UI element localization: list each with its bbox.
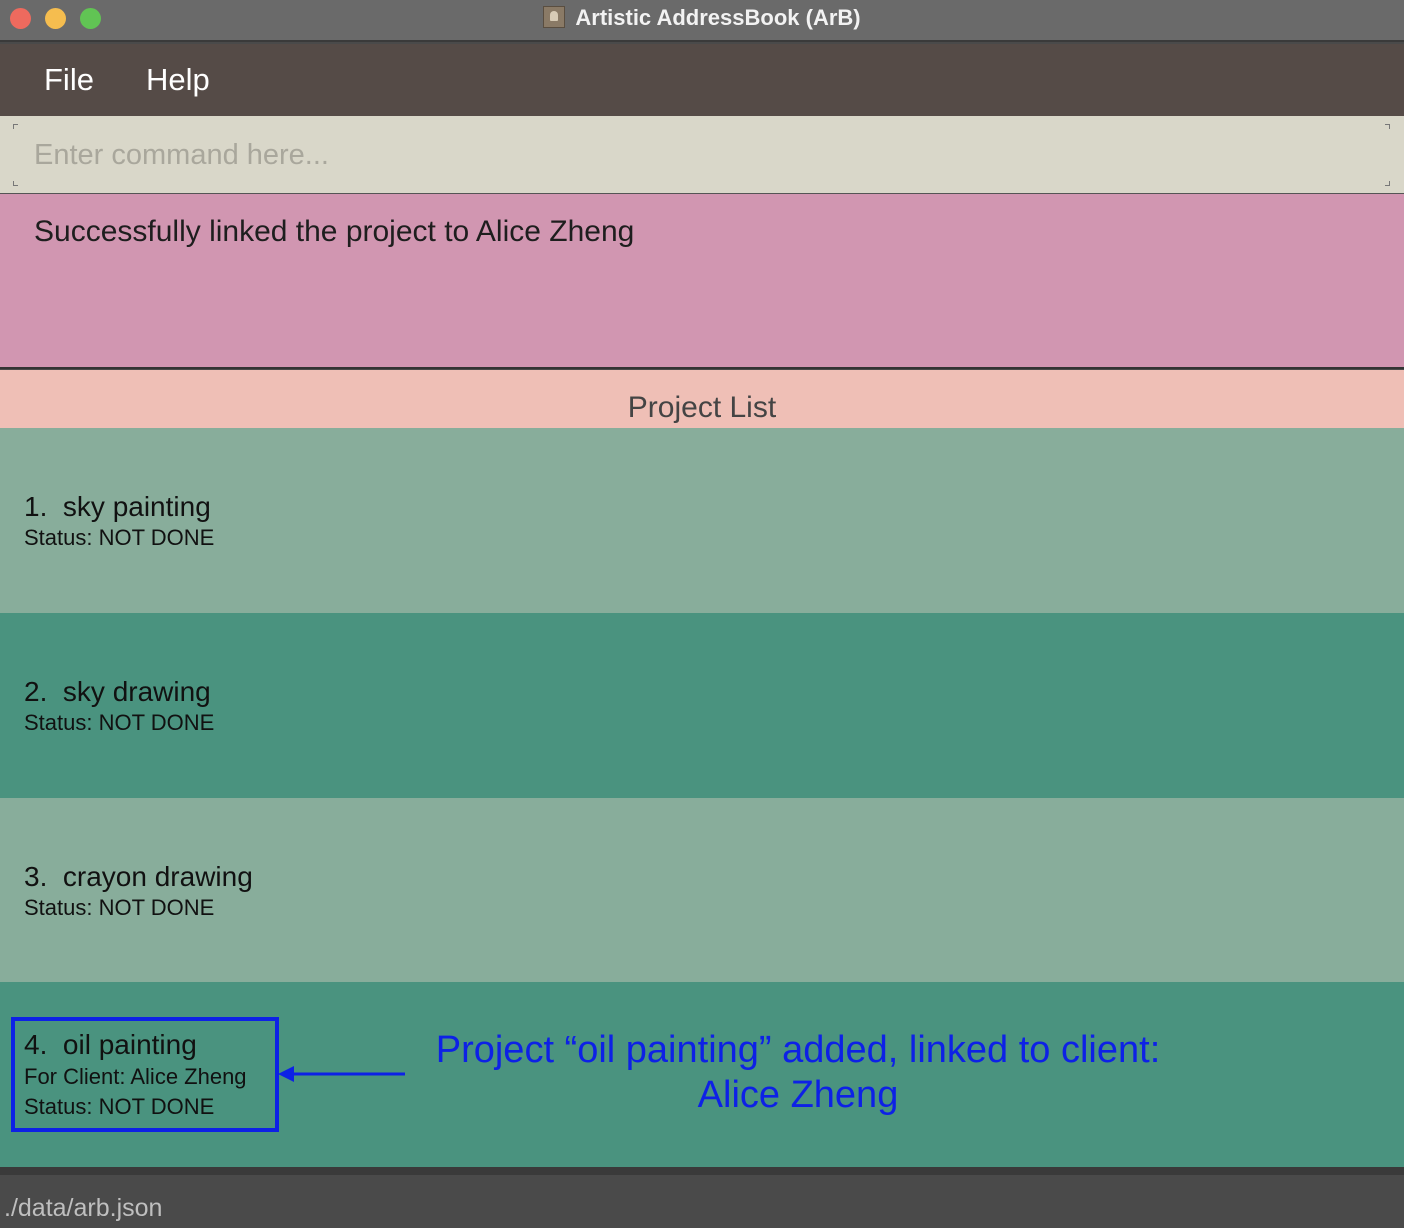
project-title: 2. sky drawing bbox=[24, 676, 211, 707]
project-card[interactable]: 2. sky drawing Status: NOT DONE bbox=[0, 613, 1404, 798]
project-title: 3. crayon drawing bbox=[24, 861, 253, 892]
command-box-corner bbox=[13, 124, 18, 129]
command-box-corner bbox=[13, 181, 18, 186]
menu-file[interactable]: File bbox=[44, 62, 94, 98]
project-title: 1. sky painting bbox=[24, 491, 211, 522]
app-icon bbox=[543, 6, 566, 28]
project-status: Status: NOT DONE bbox=[24, 525, 215, 550]
annotation-highlight-box bbox=[11, 1017, 279, 1132]
command-box-corner bbox=[1385, 124, 1390, 129]
data-file-path: ./data/arb.json bbox=[4, 1194, 163, 1222]
command-input[interactable] bbox=[14, 124, 1390, 186]
project-list-header: Project List bbox=[0, 370, 1404, 428]
status-bar: ./data/arb.json bbox=[0, 1167, 1404, 1228]
annotation-callout: Project “oil painting” added, linked to … bbox=[430, 1028, 1166, 1118]
window-title: Artistic AddressBook (ArB) bbox=[575, 5, 861, 30]
annotation-line-1: Project “oil painting” added, linked to … bbox=[435, 1029, 1161, 1071]
command-box bbox=[0, 116, 1404, 194]
project-status: Status: NOT DONE bbox=[24, 895, 215, 920]
project-card[interactable]: 1. sky painting Status: NOT DONE bbox=[0, 428, 1404, 613]
project-status: Status: NOT DONE bbox=[24, 710, 215, 735]
window-title-group: Artistic AddressBook (ArB) bbox=[0, 4, 1404, 32]
result-message: Successfully linked the project to Alice… bbox=[34, 215, 635, 248]
project-card[interactable]: 3. crayon drawing Status: NOT DONE bbox=[0, 798, 1404, 983]
menu-bar: File Help bbox=[0, 44, 1404, 116]
project-list-title: Project List bbox=[627, 391, 777, 424]
annotation-arrow-icon bbox=[278, 1066, 405, 1082]
menu-help[interactable]: Help bbox=[146, 62, 210, 98]
result-display: Successfully linked the project to Alice… bbox=[0, 194, 1404, 369]
annotation-line-2: Alice Zheng bbox=[697, 1074, 899, 1116]
title-bar: Artistic AddressBook (ArB) bbox=[0, 0, 1404, 42]
command-box-corner bbox=[1385, 181, 1390, 186]
